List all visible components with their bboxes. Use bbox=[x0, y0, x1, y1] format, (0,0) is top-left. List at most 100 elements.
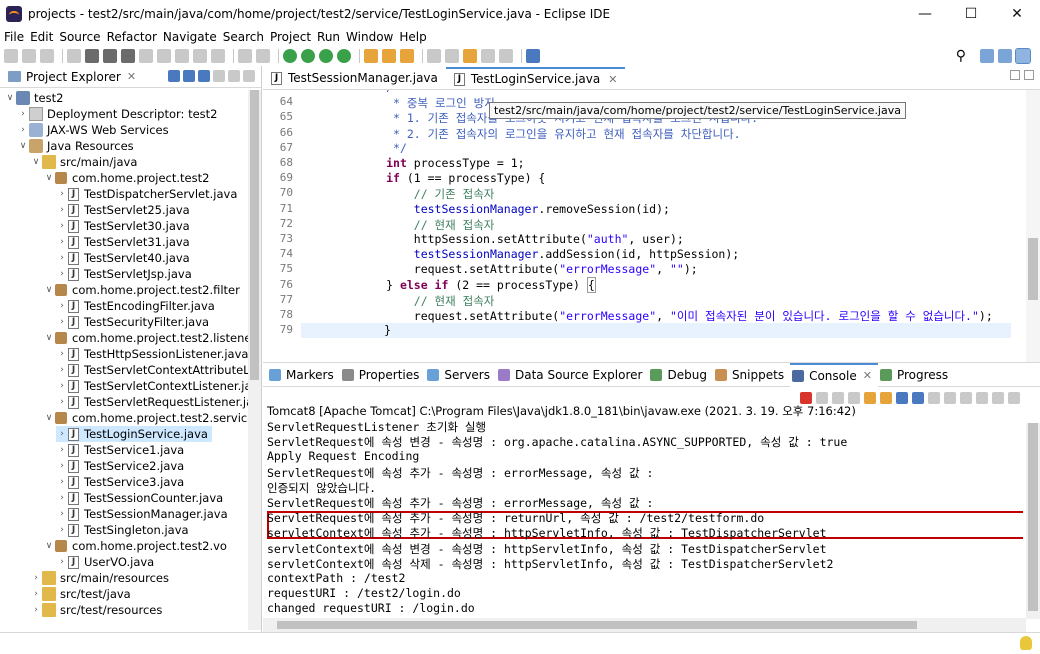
tree-item[interactable]: › JAX-WS Web Services bbox=[17, 122, 169, 138]
expand-right-icon[interactable]: › bbox=[56, 525, 68, 535]
explorer-scrollbar[interactable] bbox=[248, 90, 261, 630]
tree-item[interactable]: › J TestServlet30.java bbox=[56, 218, 190, 234]
external-tools-icon[interactable] bbox=[337, 49, 351, 63]
expand-right-icon[interactable]: › bbox=[56, 381, 68, 391]
tree-item[interactable]: › J TestServletContextListener.java bbox=[56, 378, 248, 394]
menu-window[interactable]: Window bbox=[346, 30, 397, 44]
collapse-all-icon[interactable] bbox=[168, 70, 180, 82]
tree-item[interactable]: › J TestServlet31.java bbox=[56, 234, 190, 250]
tab-snippets[interactable]: Snippets bbox=[713, 363, 790, 387]
close-button[interactable]: ✕ bbox=[994, 0, 1040, 28]
scroll-lock-icon[interactable] bbox=[864, 392, 876, 404]
drop-to-frame-icon[interactable] bbox=[211, 49, 225, 63]
tree-item[interactable]: › src/test/java bbox=[30, 586, 131, 602]
tree-item[interactable]: › J TestDispatcherServlet.java bbox=[56, 186, 237, 202]
expand-right-icon[interactable]: › bbox=[56, 365, 68, 375]
expand-right-icon[interactable]: › bbox=[17, 125, 29, 135]
console-vertical-scrollbar[interactable] bbox=[1026, 423, 1040, 619]
skip-breakpoints-icon[interactable] bbox=[67, 49, 81, 63]
menu-file[interactable]: File bbox=[4, 30, 28, 44]
tree-item[interactable]: ∨ com.home.project.test2.service bbox=[43, 410, 248, 426]
filter-icon[interactable] bbox=[198, 70, 210, 82]
expand-right-icon[interactable]: › bbox=[56, 301, 68, 311]
tree-item[interactable]: › J TestServlet25.java bbox=[56, 202, 190, 218]
open-task-icon[interactable] bbox=[382, 49, 396, 63]
expand-right-icon[interactable]: › bbox=[56, 349, 68, 359]
minimize-button[interactable]: — bbox=[902, 0, 948, 28]
debug-icon[interactable] bbox=[283, 49, 297, 63]
close-icon[interactable]: ✕ bbox=[608, 73, 617, 86]
disconnect-icon[interactable] bbox=[139, 49, 153, 63]
show-whitespace-icon[interactable] bbox=[256, 49, 270, 63]
expand-down-icon[interactable]: ∨ bbox=[43, 541, 55, 551]
use-step-filters-icon[interactable] bbox=[238, 49, 252, 63]
show-console-on-error-icon[interactable] bbox=[912, 392, 924, 404]
menu-project[interactable]: Project bbox=[270, 30, 315, 44]
tree-item[interactable]: › src/test/resources bbox=[30, 602, 162, 618]
tree-item[interactable]: › J TestSessionManager.java bbox=[56, 506, 227, 522]
tab-servers[interactable]: Servers bbox=[425, 363, 496, 387]
new-icon[interactable] bbox=[4, 49, 18, 63]
tree-item[interactable]: ∨ com.home.project.test2 bbox=[43, 170, 210, 186]
expand-down-icon[interactable]: ∨ bbox=[43, 413, 55, 423]
tree-item[interactable]: ›J TestServletRequestListener.java bbox=[56, 394, 248, 410]
scrollbar-thumb[interactable] bbox=[1028, 238, 1038, 300]
menu-navigate[interactable]: Navigate bbox=[163, 30, 221, 44]
expand-right-icon[interactable]: › bbox=[56, 445, 68, 455]
expand-right-icon[interactable]: › bbox=[30, 589, 42, 599]
minimize-view-icon[interactable] bbox=[228, 70, 240, 82]
menu-refactor[interactable]: Refactor bbox=[107, 30, 161, 44]
tree-item[interactable]: ›J TestServletContextAttributeListe bbox=[56, 362, 248, 378]
tree-item[interactable]: ∨ com.home.project.test2.listener bbox=[43, 330, 248, 346]
tree-item[interactable]: › J TestEncodingFilter.java bbox=[56, 298, 215, 314]
tree-item[interactable]: › Deployment Descriptor: test2 bbox=[17, 106, 217, 122]
expand-down-icon[interactable]: ∨ bbox=[30, 157, 42, 167]
tree-item[interactable]: › J UserVO.java bbox=[56, 554, 154, 570]
expand-down-icon[interactable]: ∨ bbox=[43, 173, 55, 183]
run-icon[interactable] bbox=[301, 49, 315, 63]
expand-right-icon[interactable]: › bbox=[56, 269, 68, 279]
menu-source[interactable]: Source bbox=[59, 30, 104, 44]
expand-down-icon[interactable]: ∨ bbox=[17, 141, 29, 151]
pin-editor-icon[interactable] bbox=[526, 49, 540, 63]
open-console-icon[interactable] bbox=[960, 392, 972, 404]
menu-edit[interactable]: Edit bbox=[30, 30, 57, 44]
back-icon[interactable] bbox=[481, 49, 495, 63]
tab-data-source-explorer[interactable]: Data Source Explorer bbox=[496, 363, 648, 387]
tree-item[interactable]: › src/main/resources bbox=[30, 570, 169, 586]
open-perspective-icon[interactable] bbox=[980, 49, 994, 63]
display-selected-console-icon[interactable] bbox=[944, 392, 956, 404]
expand-right-icon[interactable]: › bbox=[56, 205, 68, 215]
expand-right-icon[interactable]: › bbox=[56, 461, 68, 471]
expand-right-icon[interactable]: › bbox=[56, 493, 68, 503]
maximize-view-icon[interactable] bbox=[1008, 392, 1020, 404]
previous-annotation-icon[interactable] bbox=[445, 49, 459, 63]
tree-item[interactable]: › J TestHttpSessionListener.java bbox=[56, 346, 248, 362]
coverage-icon[interactable] bbox=[319, 49, 333, 63]
expand-right-icon[interactable]: › bbox=[56, 253, 68, 263]
show-console-on-output-icon[interactable] bbox=[896, 392, 908, 404]
tree-item[interactable]: › J TestServletJsp.java bbox=[56, 266, 192, 282]
tree-item[interactable]: ∨ test2 bbox=[4, 90, 63, 106]
tree-item[interactable]: ∨ Java Resources bbox=[17, 138, 134, 154]
tree-item[interactable]: › J TestSingleton.java bbox=[56, 522, 188, 538]
minimize-view-icon[interactable] bbox=[992, 392, 1004, 404]
view-menu-icon[interactable] bbox=[213, 70, 225, 82]
minimize-editor-icon[interactable] bbox=[1010, 70, 1020, 80]
java-ee-perspective-icon[interactable] bbox=[998, 49, 1012, 63]
expand-right-icon[interactable]: › bbox=[56, 477, 68, 487]
expand-right-icon[interactable]: › bbox=[30, 573, 42, 583]
close-icon[interactable]: ✕ bbox=[127, 70, 136, 83]
tree-item[interactable]: › J TestService3.java bbox=[56, 474, 184, 490]
expand-down-icon[interactable]: ∨ bbox=[4, 93, 16, 103]
scrollbar-thumb[interactable] bbox=[277, 621, 917, 629]
tab-editor-file[interactable]: J TestSessionManager.java bbox=[263, 67, 446, 89]
maximize-view-icon[interactable] bbox=[243, 70, 255, 82]
expand-right-icon[interactable]: › bbox=[56, 509, 68, 519]
last-edit-location-icon[interactable] bbox=[463, 49, 477, 63]
scrollbar-thumb[interactable] bbox=[250, 90, 259, 380]
console-output[interactable]: ServletRequestListener 초기화 실행 ServletRequ… bbox=[267, 419, 1023, 615]
step-into-icon[interactable] bbox=[157, 49, 171, 63]
resume-icon[interactable] bbox=[85, 49, 99, 63]
code-editor[interactable]: 6364656667686970717273747576777879 / * 중… bbox=[263, 90, 1040, 362]
